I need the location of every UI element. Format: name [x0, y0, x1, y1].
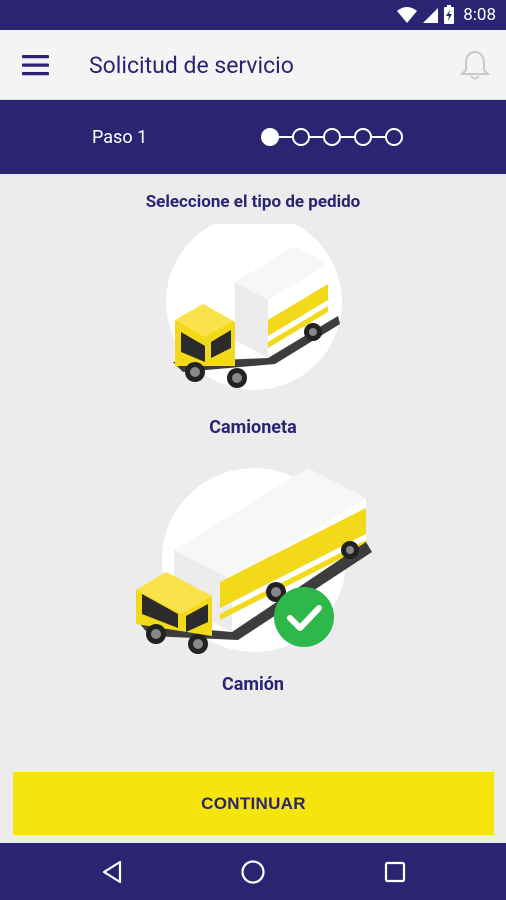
page-title: Solicitud de servicio — [89, 52, 294, 79]
home-circle-icon — [241, 860, 265, 884]
selected-check-icon — [274, 587, 334, 647]
van-illustration — [166, 224, 342, 390]
step-dot-3 — [323, 128, 341, 146]
back-triangle-icon — [102, 860, 122, 884]
truck-illustration — [136, 468, 372, 654]
step-dot-5 — [385, 128, 403, 146]
option-label-camion: Camión — [221, 674, 284, 695]
battery-charging-icon — [444, 5, 455, 24]
step-dot-1 — [261, 128, 279, 146]
bell-icon — [459, 50, 491, 80]
instruction-heading: Seleccione el tipo de pedido — [145, 192, 361, 212]
clock: 8:08 — [463, 5, 496, 25]
continue-button[interactable]: CONTINUAR — [13, 772, 494, 835]
app-bar: Solicitud de servicio — [0, 30, 506, 100]
step-progress — [261, 128, 403, 146]
option-camioneta[interactable]: Camioneta — [0, 224, 506, 444]
step-indicator-band: Paso 1 — [0, 100, 506, 174]
main-content: Seleccione el tipo de pedido Camioneta C… — [0, 174, 506, 770]
status-bar: 8:08 — [0, 0, 506, 30]
home-button[interactable] — [238, 857, 268, 887]
menu-button[interactable] — [16, 50, 56, 80]
cell-signal-icon — [423, 8, 439, 23]
back-button[interactable] — [97, 857, 127, 887]
notifications-button[interactable] — [458, 48, 492, 82]
step-label: Paso 1 — [92, 127, 148, 148]
option-camion[interactable]: Camión — [0, 464, 506, 704]
step-dot-2 — [292, 128, 310, 146]
option-label-camioneta: Camioneta — [209, 417, 297, 438]
system-nav-bar — [0, 843, 506, 900]
recents-button[interactable] — [380, 857, 410, 887]
step-dot-4 — [354, 128, 372, 146]
wifi-icon — [397, 7, 418, 23]
hamburger-menu-icon — [22, 55, 49, 76]
recents-square-icon — [384, 861, 406, 883]
